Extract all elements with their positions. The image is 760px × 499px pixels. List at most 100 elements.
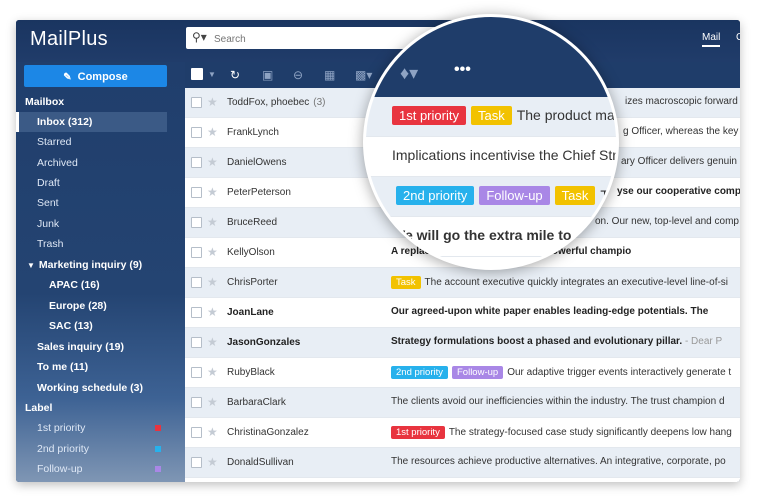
table-row[interactable]: ★ RubyBlack 2nd priority Follow-up Our ada… [185, 358, 740, 388]
email-sender: JasonGonzales [227, 337, 301, 348]
star-icon[interactable]: ★ [207, 305, 218, 319]
thread-count: (3) [313, 97, 326, 108]
row-checkbox[interactable] [191, 217, 202, 228]
refresh-icon[interactable]: ↻ [230, 68, 240, 82]
row-checkbox[interactable] [191, 397, 202, 408]
sidebar-item-inbox[interactable]: Inbox (312) [16, 112, 167, 132]
label-color-swatch [155, 466, 161, 472]
tag-task[interactable]: Task [554, 186, 596, 205]
sidebar-item-label: Trash [37, 238, 64, 250]
tag-2nd-priority[interactable]: 2nd priority [391, 366, 448, 379]
trash-icon[interactable]: ▦ [324, 68, 335, 82]
sidebar-item-apac[interactable]: APAC (16) [16, 275, 167, 295]
lens-text: The product mana [516, 107, 616, 123]
tag-1st-priority[interactable]: 1st priority [391, 426, 445, 439]
star-icon[interactable]: ★ [207, 425, 218, 439]
compose-button[interactable]: ✎ Compose [24, 65, 167, 87]
archive-icon[interactable]: ▣ [262, 68, 273, 82]
row-checkbox[interactable] [191, 277, 202, 288]
star-icon[interactable]: ★ [207, 275, 218, 289]
star-icon[interactable]: ★ [207, 155, 218, 169]
row-checkbox[interactable] [191, 157, 202, 168]
table-row[interactable]: ★ DonaldSullivan The resources achieve p… [185, 448, 740, 478]
tab-contacts[interactable]: C [736, 32, 740, 43]
star-icon[interactable]: ★ [207, 215, 218, 229]
star-icon[interactable]: ★ [207, 185, 218, 199]
lens-text: We will go the extra mile to g [392, 227, 584, 243]
sidebar-item-europe[interactable]: Europe (28) [16, 296, 167, 316]
tag-icon[interactable]: ♦▾ [400, 63, 418, 84]
select-all-checkbox[interactable] [191, 68, 203, 80]
tag-follow-up[interactable]: Follow-up [479, 186, 550, 205]
sidebar-item-junk[interactable]: Junk [16, 214, 167, 234]
sidebar-label-follow-up[interactable]: Follow-up [16, 459, 167, 479]
star-icon[interactable]: ★ [207, 395, 218, 409]
star-icon[interactable]: ★ [207, 455, 218, 469]
tag-task[interactable]: Task [470, 106, 512, 125]
sidebar-label-1st-priority[interactable]: 1st priority [16, 418, 167, 438]
sidebar-item-working-schedule[interactable]: Working schedule (3) [16, 378, 167, 398]
row-checkbox[interactable] [191, 427, 202, 438]
tag-2nd-priority[interactable]: 2nd priority [396, 186, 475, 205]
lens-row: 1st priorityTaskThe product mana [366, 97, 616, 137]
email-sender: DanielOwens [227, 157, 287, 168]
star-icon[interactable]: ★ [207, 245, 218, 259]
table-row[interactable]: ★ BarbaraClark The clients avoid our ine… [185, 388, 740, 418]
email-subject: g Officer, whereas the key [623, 126, 739, 137]
sidebar-item-label: Junk [37, 218, 60, 230]
table-row[interactable]: ★ ChrisPorter Task The account executive … [185, 268, 740, 298]
sidebar-item-trash[interactable]: Trash [16, 234, 167, 254]
email-sender: RubyBlack [227, 367, 275, 378]
more-icon[interactable]: ••• [454, 61, 471, 79]
row-checkbox[interactable] [191, 247, 202, 258]
email-subject: The clients avoid our inefficiencies wit… [391, 396, 725, 407]
caret-down-icon[interactable]: ▼ [27, 261, 35, 270]
email-subject: The resources achieve productive alterna… [391, 456, 726, 467]
sidebar: ✎ Compose Mailbox Inbox (312) Starred Arc… [16, 62, 185, 482]
sidebar-item-to-me[interactable]: To me (11) [16, 357, 167, 377]
star-icon[interactable]: ★ [207, 365, 218, 379]
sidebar-item-starred[interactable]: Starred [16, 132, 167, 152]
table-row[interactable]: ★ JoanLane Our agreed-upon white paper e… [185, 298, 740, 328]
sidebar-item-sac[interactable]: SAC (13) [16, 316, 167, 336]
email-sender: PeterPeterson [227, 187, 291, 198]
sidebar-item-label: Follow-up [37, 463, 83, 475]
star-icon[interactable]: ★ [207, 125, 218, 139]
email-sender: ChristinaGonzalez [227, 427, 309, 438]
sidebar-item-archived[interactable]: Archived [16, 153, 167, 173]
row-checkbox[interactable] [191, 307, 202, 318]
row-checkbox[interactable] [191, 127, 202, 138]
lens-row: 2nd priorityFollow-upTaskThe [366, 177, 616, 217]
row-checkbox[interactable] [191, 187, 202, 198]
sidebar-item-label: Archived [37, 157, 78, 169]
sidebar-label-2nd-priority[interactable]: 2nd priority [16, 439, 167, 459]
table-row[interactable]: ★ ChristinaGonzalez 1st priority The stra… [185, 418, 740, 448]
email-sender: ToddFox, phoebec (3) [227, 97, 377, 108]
table-row[interactable]: ★ JasonGonzales Strategy formulations bo… [185, 328, 740, 358]
star-icon[interactable]: ★ [207, 335, 218, 349]
pen-icon: ✎ [63, 72, 72, 83]
email-sender: KellyOlson [227, 247, 275, 258]
search-icon[interactable]: ⚲▾ [192, 30, 207, 44]
sidebar-item-sales-inquiry[interactable]: Sales inquiry (19) [16, 337, 167, 357]
sidebar-item-label: SAC (13) [49, 320, 93, 332]
row-checkbox[interactable] [191, 337, 202, 348]
lens-text: The [600, 187, 616, 203]
label-heading: Label [25, 402, 53, 414]
tab-mail[interactable]: Mail [702, 32, 721, 47]
sidebar-item-label: Draft [37, 177, 60, 189]
sidebar-item-marketing-inquiry[interactable]: ▼ Marketing inquiry (9) [16, 255, 167, 275]
row-checkbox[interactable] [191, 97, 202, 108]
star-icon[interactable]: ★ [207, 95, 218, 109]
tag-1st-priority[interactable]: 1st priority [392, 106, 466, 125]
sidebar-item-label: To me (11) [37, 361, 89, 373]
row-checkbox[interactable] [191, 367, 202, 378]
sidebar-item-sent[interactable]: Sent [16, 193, 167, 213]
sidebar-item-draft[interactable]: Draft [16, 173, 167, 193]
sidebar-item-label: Marketing inquiry (9) [38, 259, 143, 271]
tag-task[interactable]: Task [391, 276, 421, 289]
chevron-down-icon[interactable]: ▼ [208, 70, 216, 79]
row-checkbox[interactable] [191, 457, 202, 468]
block-icon[interactable]: ⊖ [293, 68, 303, 82]
tag-follow-up[interactable]: Follow-up [452, 366, 504, 379]
